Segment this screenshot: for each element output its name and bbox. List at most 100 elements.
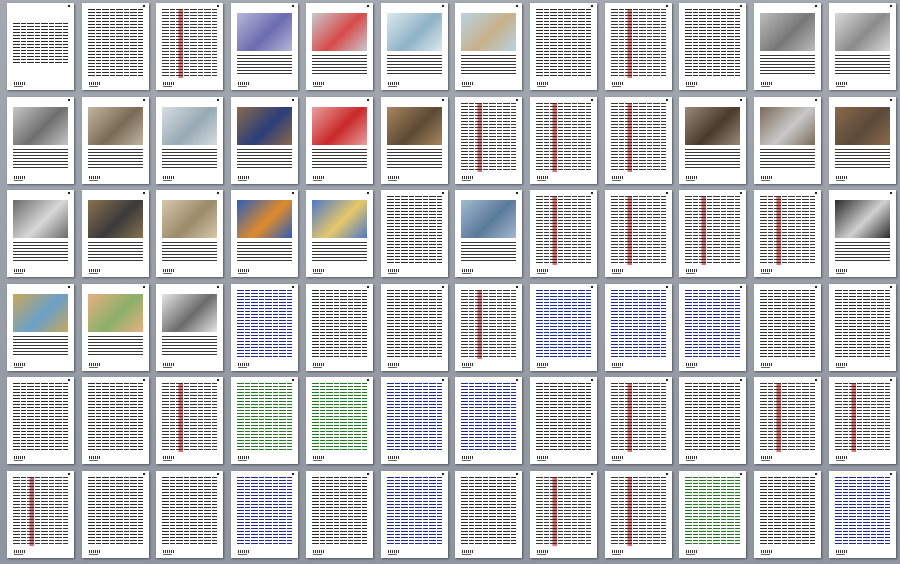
- page-thumbnail[interactable]: [828, 190, 896, 277]
- page-thumbnail[interactable]: [604, 283, 672, 371]
- page-thumbnail[interactable]: [754, 283, 821, 371]
- page-thumbnail[interactable]: [156, 3, 224, 90]
- page-number-marker: [68, 5, 70, 7]
- page-thumbnail[interactable]: [455, 190, 523, 277]
- page-thumbnail[interactable]: [754, 377, 821, 464]
- page-thumbnail[interactable]: [529, 3, 597, 90]
- page-thumbnail[interactable]: [156, 470, 224, 558]
- page-thumbnail[interactable]: [828, 96, 896, 184]
- page-thumbnail[interactable]: [828, 377, 896, 464]
- page-thumbnail[interactable]: [380, 3, 448, 90]
- page-footer-logo: [238, 362, 251, 368]
- page-footer-logo: [312, 82, 325, 87]
- page-thumbnail[interactable]: [828, 470, 896, 558]
- page-thumbnail[interactable]: [156, 190, 224, 277]
- page-thumbnail[interactable]: [828, 3, 896, 90]
- page-thumbnail[interactable]: [231, 470, 299, 558]
- page-thumbnail[interactable]: [679, 283, 747, 371]
- page-body-text: [237, 289, 293, 359]
- page-thumbnail[interactable]: [7, 96, 74, 184]
- page-thumbnail[interactable]: [455, 377, 523, 464]
- page-thumbnail[interactable]: [305, 377, 373, 464]
- page-body-text: [685, 196, 741, 265]
- page-thumbnail[interactable]: [305, 3, 373, 90]
- page-thumbnail[interactable]: [231, 283, 299, 371]
- page-thumbnail[interactable]: [156, 283, 224, 371]
- page-thumbnail[interactable]: [7, 190, 74, 277]
- page-text-area: [760, 476, 815, 546]
- page-thumbnail[interactable]: [7, 283, 74, 371]
- page-thumbnail[interactable]: [7, 470, 74, 558]
- page-footer-logo: [88, 549, 101, 555]
- page-thumbnail[interactable]: [380, 470, 448, 558]
- page-thumbnail[interactable]: [81, 190, 149, 277]
- page-thumbnail[interactable]: [529, 190, 597, 277]
- page-thumbnail[interactable]: [529, 377, 597, 464]
- page-thumbnail[interactable]: [604, 96, 672, 184]
- page-thumbnail[interactable]: [754, 3, 821, 90]
- page-text-area: [461, 383, 517, 452]
- page-thumbnail[interactable]: [529, 283, 597, 371]
- page-number-marker: [740, 5, 743, 7]
- page-thumbnail[interactable]: [231, 377, 299, 464]
- page-thumbnail[interactable]: [754, 470, 821, 558]
- page-thumbnail[interactable]: [156, 377, 224, 464]
- page-thumbnail[interactable]: [679, 190, 747, 277]
- page-figure: [237, 13, 293, 51]
- page-thumbnail[interactable]: [679, 96, 747, 184]
- page-body-text: [461, 383, 517, 452]
- page-number-marker: [366, 472, 369, 475]
- page-thumbnail[interactable]: [81, 470, 149, 558]
- page-footer-logo: [761, 362, 773, 368]
- page-thumbnail[interactable]: [305, 96, 373, 184]
- page-thumbnail[interactable]: [754, 96, 821, 184]
- page-thumbnail[interactable]: [305, 190, 373, 277]
- page-number-marker: [441, 285, 444, 288]
- page-thumbnail[interactable]: [529, 470, 597, 558]
- page-thumbnail[interactable]: [231, 190, 299, 277]
- page-thumbnail[interactable]: [380, 96, 448, 184]
- page-thumbnail[interactable]: [529, 96, 597, 184]
- page-number-marker: [815, 98, 817, 101]
- page-thumbnail[interactable]: [828, 283, 896, 371]
- page-thumbnail[interactable]: [754, 190, 821, 277]
- page-thumbnail[interactable]: [7, 3, 74, 90]
- page-thumbnail[interactable]: [81, 377, 149, 464]
- page-number-marker: [292, 5, 295, 7]
- page-thumbnail[interactable]: [679, 470, 747, 558]
- page-text-area: [237, 383, 293, 452]
- page-text-area: [685, 383, 741, 452]
- page-number-marker: [366, 192, 369, 194]
- page-thumbnail[interactable]: [604, 377, 672, 464]
- page-thumbnail[interactable]: [455, 470, 523, 558]
- page-body-text: [685, 289, 741, 359]
- page-thumbnail[interactable]: [604, 470, 672, 558]
- page-footer-logo: [686, 456, 699, 461]
- page-footer-logo: [611, 362, 624, 368]
- page-thumbnail[interactable]: [7, 377, 74, 464]
- page-thumbnail[interactable]: [679, 3, 747, 90]
- page-thumbnail[interactable]: [679, 377, 747, 464]
- page-thumbnail[interactable]: [604, 3, 672, 90]
- page-caption-text: [162, 335, 218, 356]
- page-thumbnail[interactable]: [81, 283, 149, 371]
- page-thumbnail[interactable]: [380, 377, 448, 464]
- page-caption-text: [162, 242, 218, 262]
- page-thumbnail[interactable]: [81, 96, 149, 184]
- page-number-marker: [142, 192, 145, 194]
- page-thumbnail[interactable]: [380, 283, 448, 371]
- page-thumbnail[interactable]: [604, 190, 672, 277]
- page-thumbnail[interactable]: [455, 283, 523, 371]
- page-thumbnail[interactable]: [380, 190, 448, 277]
- page-thumbnail[interactable]: [455, 96, 523, 184]
- page-thumbnail[interactable]: [231, 3, 299, 90]
- page-thumbnail[interactable]: [81, 3, 149, 90]
- page-thumbnail[interactable]: [156, 96, 224, 184]
- page-thumbnail[interactable]: [455, 3, 523, 90]
- page-footer-logo: [686, 82, 699, 87]
- page-number-marker: [441, 379, 444, 381]
- page-thumbnail[interactable]: [305, 470, 373, 558]
- page-thumbnail[interactable]: [305, 283, 373, 371]
- page-footer-logo: [312, 269, 325, 274]
- page-thumbnail[interactable]: [231, 96, 299, 184]
